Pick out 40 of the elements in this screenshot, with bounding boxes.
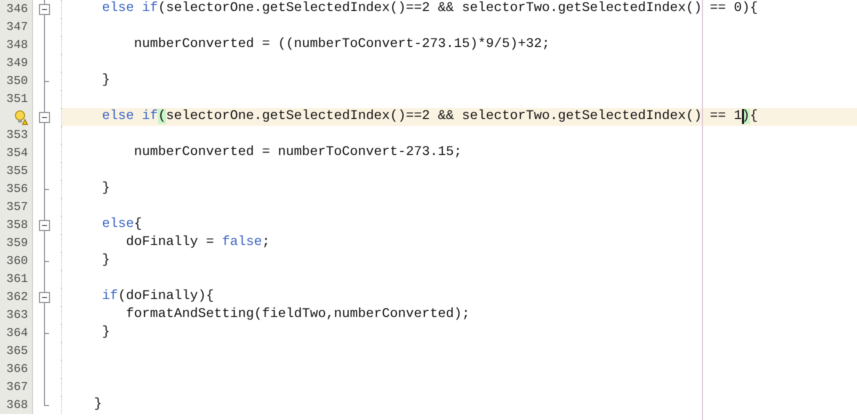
code-line: doFinally = false; (124, 234, 270, 252)
line-number: 346 (6, 2, 28, 16)
line-number: 354 (6, 146, 28, 160)
line-number: 353 (6, 128, 28, 142)
code-line: } (100, 324, 110, 342)
line-number: 359 (6, 236, 28, 250)
code-line: if(doFinally){ (100, 288, 214, 306)
line-number: 358 (6, 218, 28, 232)
line-number: 364 (6, 326, 28, 340)
code-line: else if(selectorOne.getSelectedIndex()==2 && selectorTwo.getSelectedIndex() == 1){ (100, 108, 758, 126)
line-number: 362 (6, 290, 28, 304)
fold-toggle[interactable] (39, 4, 50, 15)
code-line: numberConverted = numberToConvert-273.15; (132, 144, 462, 162)
code-line: numberConverted = ((numberToConvert-273.15)*9/5)+32; (132, 36, 550, 54)
line-number: 357 (6, 200, 28, 214)
code-line: } (100, 180, 110, 198)
line-number: 349 (6, 56, 28, 70)
code-line: } (100, 252, 110, 270)
line-number: 355 (6, 164, 28, 178)
line-number: 348 (6, 38, 28, 52)
line-number: 363 (6, 308, 28, 322)
line-number: 365 (6, 344, 28, 358)
line-number: 366 (6, 362, 28, 376)
hint-bulb-icon[interactable] (14, 110, 28, 124)
fold-toggle[interactable] (39, 220, 50, 231)
line-number: 360 (6, 254, 28, 268)
code-line: formatAndSetting(fieldTwo,numberConverted); (124, 306, 470, 324)
line-number: 367 (6, 380, 28, 394)
line-number: 351 (6, 92, 28, 106)
fold-toggle[interactable] (39, 112, 50, 123)
line-number: 350 (6, 74, 28, 88)
line-number: 356 (6, 182, 28, 196)
code-line: } (92, 396, 102, 414)
code-line: else if(selectorOne.getSelectedIndex()==2 && selectorTwo.getSelectedIndex() == 0){ (100, 0, 758, 18)
fold-toggle[interactable] (39, 292, 50, 303)
line-number: 368 (6, 398, 28, 412)
code-line: else{ (100, 216, 142, 234)
line-number: 361 (6, 272, 28, 286)
line-number: 347 (6, 20, 28, 34)
code-line: } (100, 72, 110, 90)
